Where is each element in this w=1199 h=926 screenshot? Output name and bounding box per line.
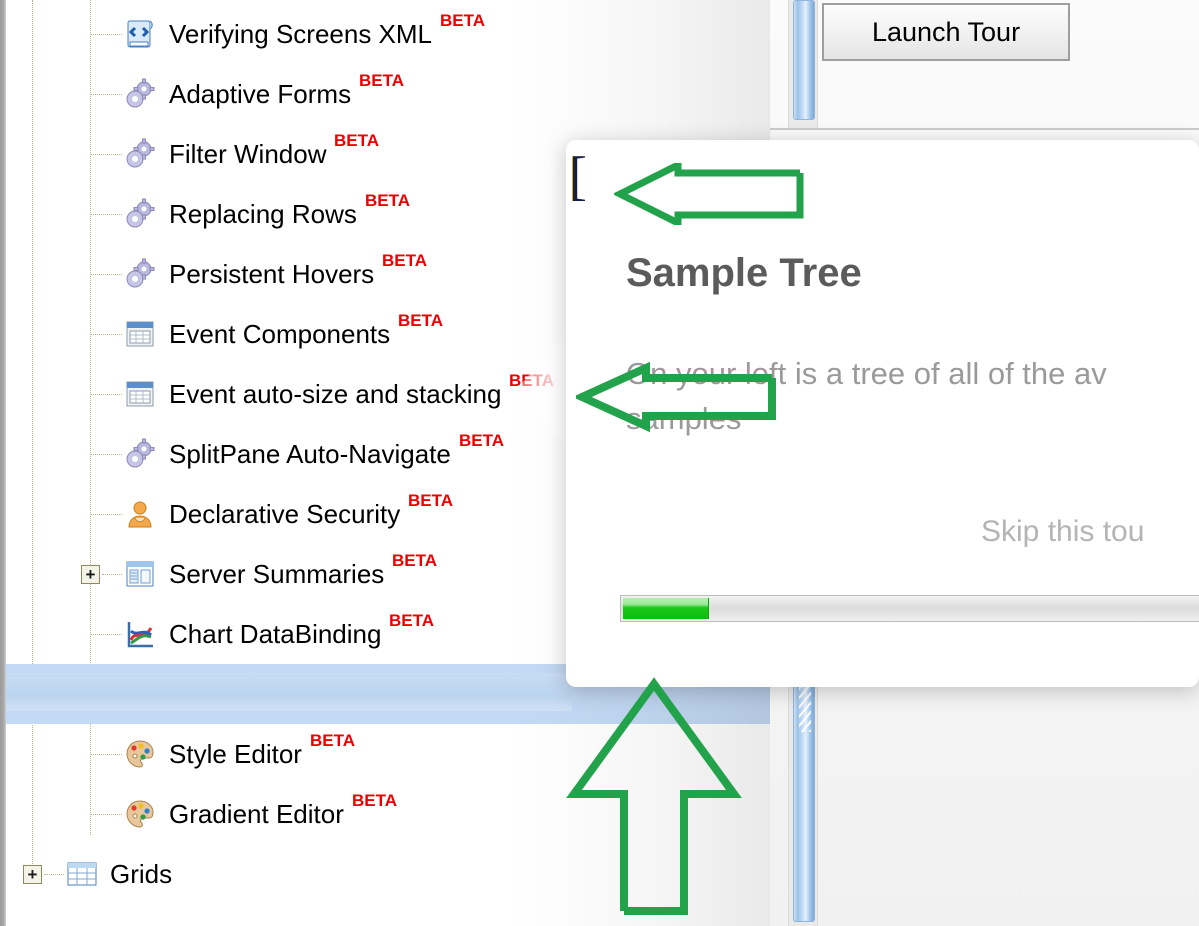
beta-badge: BETA xyxy=(334,131,380,150)
product-tour-popup[interactable]: [ Sample Tree On your left is a tree of … xyxy=(566,140,1199,687)
tree-row[interactable]: + Grids xyxy=(6,844,770,904)
table-window-icon xyxy=(124,378,156,410)
skip-tour-link[interactable]: Skip this tou xyxy=(981,517,1144,547)
popup-bracket-glyph: [ xyxy=(569,146,587,206)
tree-connector-line xyxy=(90,394,122,395)
tour-progress-bar xyxy=(620,595,1199,622)
tree-connector-line xyxy=(90,94,122,95)
popup-body-text: On your left is a tree of all of the av s… xyxy=(626,352,1199,442)
tree-expand-toggle[interactable]: + xyxy=(23,864,42,884)
app-root: Verifying Screens XML BETA Adaptive Forms B… xyxy=(0,0,1199,926)
tree-row[interactable]: Verifying Screens XML BETA xyxy=(6,4,770,64)
tree-connector-line xyxy=(90,34,122,35)
split-window-icon xyxy=(124,558,156,590)
tree-item-label: Event Components xyxy=(169,319,391,349)
launch-tour-button[interactable]: Launch Tour xyxy=(822,3,1070,61)
beta-badge: BETA xyxy=(352,791,398,810)
beta-badge: BETA xyxy=(359,71,405,90)
beta-badge: BETA xyxy=(408,491,454,510)
beta-badge: BETA xyxy=(398,311,444,330)
gears-icon xyxy=(124,78,156,110)
scrollbar-grip-icon xyxy=(799,686,811,732)
tree-row[interactable]: Style Editor BETA xyxy=(6,724,770,784)
beta-badge: BETA xyxy=(440,11,486,30)
tree-connector-line xyxy=(90,334,122,335)
tree-connector-line xyxy=(90,454,122,455)
tree-connector-line xyxy=(102,574,122,575)
gears-icon xyxy=(124,198,156,230)
vertical-scrollbar-thumb-bottom[interactable] xyxy=(793,677,815,922)
tree-item-label: Replacing Rows xyxy=(169,199,357,229)
tree-connector-line xyxy=(90,154,122,155)
popup-body-line2: samples xyxy=(626,400,742,436)
user-icon xyxy=(124,498,156,530)
tree-row[interactable]: Adaptive Forms BETA xyxy=(6,64,770,124)
tree-item-label: Gradient Editor xyxy=(169,799,344,829)
tree-connector-line xyxy=(90,274,122,275)
popup-callout-tail xyxy=(516,330,568,450)
palette-icon xyxy=(124,798,156,830)
popup-body-line1: On your left is a tree of all of the av xyxy=(626,356,1107,391)
tree-item-label: Grids xyxy=(110,859,173,889)
tour-progress-fill xyxy=(623,598,710,619)
chart-icon xyxy=(124,618,156,650)
tree-item-label: Declarative Security xyxy=(169,499,401,529)
tree-connector-line xyxy=(90,634,122,635)
grid-icon xyxy=(66,858,98,890)
beta-badge: BETA xyxy=(459,431,505,450)
table-window-icon xyxy=(124,318,156,350)
vertical-scrollbar-track-top[interactable] xyxy=(788,0,818,128)
beta-badge: BETA xyxy=(389,611,435,630)
tree-row[interactable]: Gradient Editor BETA xyxy=(6,784,770,844)
tree-connector-line xyxy=(90,514,122,515)
tree-connector-line xyxy=(90,754,122,755)
beta-badge: BETA xyxy=(365,191,411,210)
tree-expand-toggle[interactable]: + xyxy=(81,564,100,584)
tree-connector-line xyxy=(90,214,122,215)
tree-item-label: Verifying Screens XML xyxy=(169,19,433,49)
gears-icon xyxy=(124,258,156,290)
beta-badge: BETA xyxy=(392,551,438,570)
horizontal-splitter-top[interactable] xyxy=(770,128,1199,130)
tree-item-label: Server Summaries xyxy=(169,559,385,589)
beta-badge: BETA xyxy=(382,251,428,270)
vertical-scrollbar-track-bottom[interactable] xyxy=(788,673,818,926)
tree-item-label: Filter Window xyxy=(169,139,327,169)
xml-document-icon xyxy=(124,18,156,50)
gears-icon xyxy=(124,138,156,170)
tree-item-label: Chart DataBinding xyxy=(169,619,382,649)
gears-icon xyxy=(124,438,156,470)
vertical-scrollbar-thumb-top[interactable] xyxy=(793,0,815,120)
tree-connector-line xyxy=(90,814,122,815)
tree-item-label: Persistent Hovers xyxy=(169,259,375,289)
tree-item-label: Event auto-size and stacking xyxy=(169,379,502,409)
popup-title: Sample Tree xyxy=(626,251,862,295)
tree-item-label: Adaptive Forms xyxy=(169,79,352,109)
palette-icon xyxy=(124,738,156,770)
tree-item-label: SplitPane Auto-Navigate xyxy=(169,439,451,469)
beta-badge: BETA xyxy=(310,731,356,750)
tree-connector-line xyxy=(44,874,64,875)
bottom-panel-strip xyxy=(6,673,572,711)
tree-item-label: Style Editor xyxy=(169,739,302,769)
